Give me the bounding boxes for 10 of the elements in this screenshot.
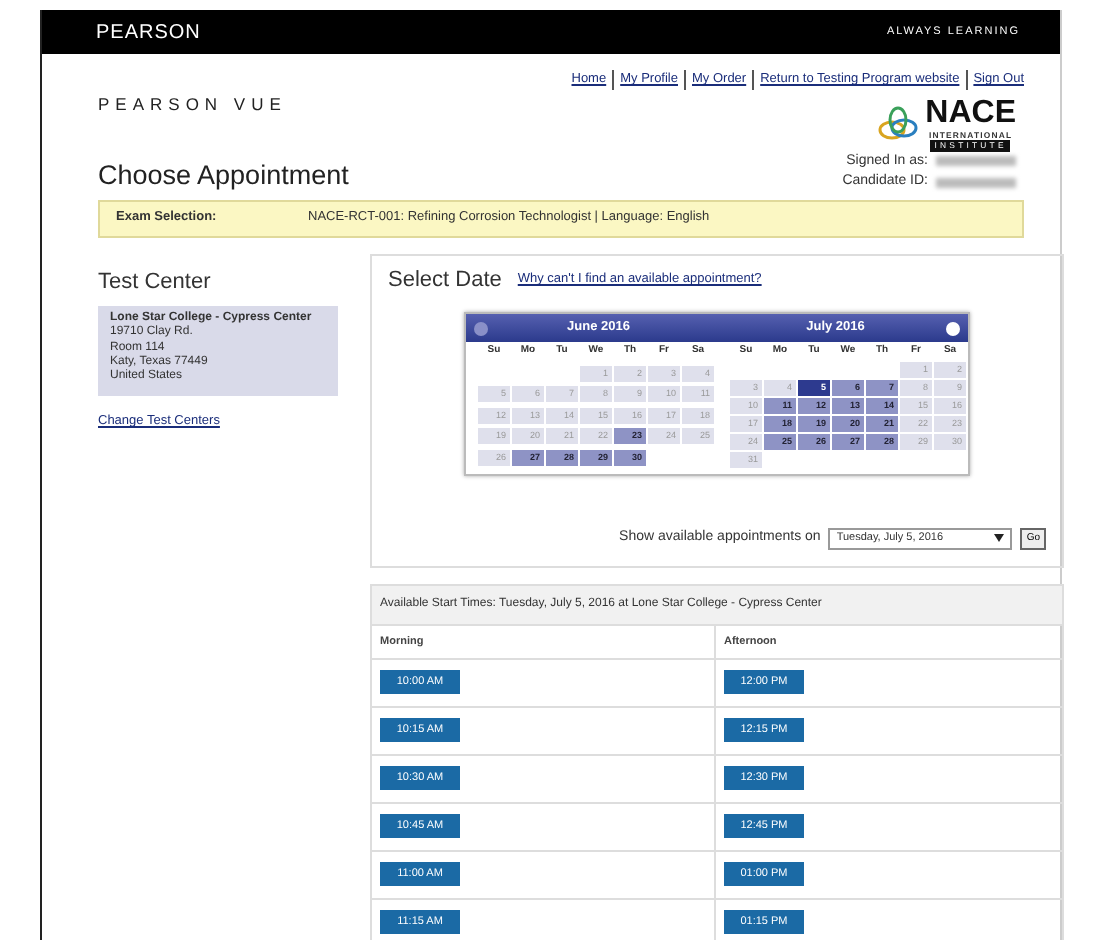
section-heading: Select Date xyxy=(388,265,502,296)
partner-logo: NACE xyxy=(925,97,1016,130)
brand-logo: PEARSON xyxy=(96,19,201,47)
redacted-value xyxy=(936,177,1016,188)
site-logo: PEARSON VUE xyxy=(98,92,287,118)
page-title: Choose Appointment xyxy=(98,160,349,194)
redacted-value xyxy=(936,156,1016,167)
rings-icon xyxy=(877,106,918,143)
caret-icon xyxy=(994,534,1005,543)
section-heading: Test Center xyxy=(98,267,213,298)
